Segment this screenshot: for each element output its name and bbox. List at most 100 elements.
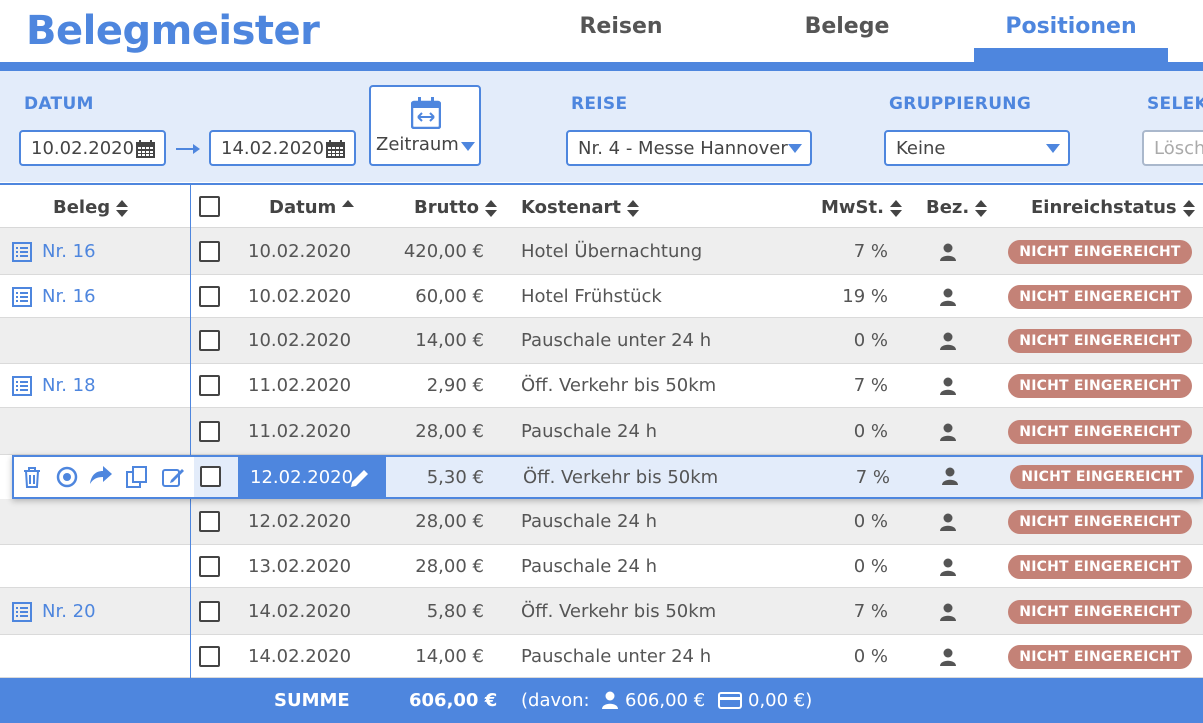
date-to-field[interactable]: 14.02.2020 <box>209 130 356 166</box>
receipt-list-icon[interactable] <box>12 602 32 622</box>
forward-icon[interactable] <box>90 466 112 490</box>
col-status-header[interactable]: Einreichstatus <box>1031 197 1195 218</box>
kostenart-cell: Öff. Verkehr bis 50km <box>521 375 717 396</box>
brutto-cell: 60,00 € <box>415 286 484 307</box>
gruppierung-select[interactable]: Keine <box>884 130 1070 166</box>
datum-cell: 14.02.2020 <box>248 646 352 667</box>
edit-icon[interactable] <box>162 466 184 492</box>
header-divider <box>0 62 1203 71</box>
sort-asc-icon <box>342 199 355 207</box>
col-kostenart-label: Kostenart <box>521 197 621 218</box>
receipt-list-icon[interactable] <box>12 242 32 262</box>
selected-row[interactable]: 12.02.2020 5,30 € Öff. Verkehr bis 50km … <box>12 455 1203 499</box>
person-icon <box>602 691 618 709</box>
col-mwst-label: MwSt. <box>821 197 884 218</box>
col-kostenart-header[interactable]: Kostenart <box>521 197 639 218</box>
col-beleg-label: Beleg <box>53 197 111 218</box>
beleg-link[interactable]: Nr. 16 <box>42 241 96 262</box>
target-icon[interactable] <box>56 466 78 492</box>
selektion-clear-field[interactable]: Lösch <box>1142 130 1203 166</box>
row-checkbox[interactable] <box>199 241 220 262</box>
table-row[interactable]: 13.02.2020 28,00 € Pauschale 24 h 0 % NICHT … <box>0 545 1203 588</box>
mwst-cell: 0 % <box>853 646 888 667</box>
beleg-link[interactable]: Nr. 20 <box>42 601 96 622</box>
kostenart-cell: Öff. Verkehr bis 50km <box>521 601 717 622</box>
date-from-field[interactable]: 10.02.2020 <box>19 130 166 166</box>
zeitraum-dropdown-button[interactable]: Zeitraum <box>369 85 481 166</box>
row-checkbox[interactable] <box>199 511 220 532</box>
table-row[interactable]: 14.02.2020 14,00 € Pauschale unter 24 h 0 %… <box>0 635 1203 678</box>
mwst-cell: 19 % <box>842 286 888 307</box>
person-icon <box>940 243 956 261</box>
copy-icon[interactable] <box>126 466 148 492</box>
selektion-placeholder: Lösch <box>1154 138 1203 159</box>
mwst-cell: 0 % <box>853 556 888 577</box>
sort-icon <box>889 199 902 217</box>
table-row[interactable]: Nr. 16 10.02.2020 60,00 € Hotel Frühstück 19… <box>0 275 1203 318</box>
select-all-checkbox[interactable] <box>199 196 220 217</box>
brutto-cell: 28,00 € <box>415 421 484 442</box>
col-mwst-header[interactable]: MwSt. <box>821 197 902 218</box>
table-row[interactable]: Nr. 16 10.02.2020 420,00 € Hotel Übernachtu… <box>0 228 1203 275</box>
brutto-cell: 28,00 € <box>415 511 484 532</box>
table-row[interactable]: Nr. 20 14.02.2020 5,80 € Öff. Verkehr bis 5… <box>0 588 1203 635</box>
brutto-cell: 5,80 € <box>426 601 484 622</box>
row-checkbox[interactable] <box>199 601 220 622</box>
row-checkbox[interactable] <box>199 646 220 667</box>
col-bez-header[interactable]: Bez. <box>926 197 988 218</box>
zeitraum-label: Zeitraum <box>376 134 459 155</box>
datum-cell: 11.02.2020 <box>248 421 352 442</box>
datum-cell: 11.02.2020 <box>248 375 352 396</box>
row-checkbox[interactable] <box>199 556 220 577</box>
calendar-icon[interactable] <box>326 140 345 158</box>
gruppierung-value: Keine <box>896 138 946 159</box>
status-badge: NICHT EINGEREICHT <box>1008 510 1192 534</box>
selected-date-cell[interactable]: 12.02.2020 <box>238 457 386 497</box>
reise-label: REISE <box>571 94 628 114</box>
brutto-cell: 420,00 € <box>403 241 484 262</box>
status-badge: NICHT EINGEREICHT <box>1008 555 1192 579</box>
trash-icon[interactable] <box>22 466 42 492</box>
selected-brutto: 5,30 € <box>426 467 484 488</box>
app-logo: Belegmeister <box>26 8 320 54</box>
table-row[interactable]: Nr. 18 11.02.2020 2,90 € Öff. Verkehr bis 5… <box>0 364 1203 408</box>
person-icon <box>942 467 958 485</box>
person-icon <box>940 377 956 395</box>
tab-positionen[interactable]: Positionen <box>974 12 1168 64</box>
date-from-value: 10.02.2020 <box>31 138 135 159</box>
row-checkbox[interactable] <box>200 466 221 487</box>
table-row[interactable]: 12.02.2020 28,00 € Pauschale 24 h 0 % NICHT … <box>0 499 1203 545</box>
pencil-icon[interactable] <box>351 469 369 487</box>
beleg-link[interactable]: Nr. 16 <box>42 286 96 307</box>
calendar-icon[interactable] <box>136 140 155 158</box>
row-checkbox[interactable] <box>199 421 220 442</box>
kostenart-cell: Pauschale 24 h <box>521 511 658 532</box>
col-brutto-header[interactable]: Brutto <box>414 197 497 218</box>
tab-belege[interactable]: Belege <box>780 12 914 64</box>
beleg-link[interactable]: Nr. 18 <box>42 375 96 396</box>
col-datum-header[interactable]: Datum <box>269 197 355 218</box>
selected-date-value: 12.02.2020 <box>250 467 354 488</box>
selektion-label: SELEK <box>1147 94 1203 114</box>
receipt-list-icon[interactable] <box>12 287 32 307</box>
status-badge: NICHT EINGEREICHT <box>1010 465 1194 489</box>
status-badge: NICHT EINGEREICHT <box>1008 374 1192 398</box>
row-checkbox[interactable] <box>199 286 220 307</box>
datum-cell: 12.02.2020 <box>248 511 352 532</box>
table-row[interactable]: 10.02.2020 14,00 € Pauschale unter 24 h 0 %… <box>0 318 1203 364</box>
datum-cell: 10.02.2020 <box>248 241 352 262</box>
row-checkbox[interactable] <box>199 375 220 396</box>
kostenart-cell: Pauschale 24 h <box>521 421 658 442</box>
status-badge: NICHT EINGEREICHT <box>1008 600 1192 624</box>
brutto-cell: 14,00 € <box>415 646 484 667</box>
chevron-down-icon <box>1046 144 1060 153</box>
receipt-list-icon[interactable] <box>12 376 32 396</box>
kostenart-cell: Hotel Übernachtung <box>521 241 703 262</box>
reise-value: Nr. 4 - Messe Hannover <box>578 138 788 159</box>
person-icon <box>940 513 956 531</box>
row-checkbox[interactable] <box>199 330 220 351</box>
table-row[interactable]: 11.02.2020 28,00 € Pauschale 24 h 0 % NICHT … <box>0 408 1203 455</box>
col-beleg-header[interactable]: Beleg <box>53 197 129 218</box>
tab-reisen[interactable]: Reisen <box>560 12 682 64</box>
reise-select[interactable]: Nr. 4 - Messe Hannover <box>566 130 812 166</box>
